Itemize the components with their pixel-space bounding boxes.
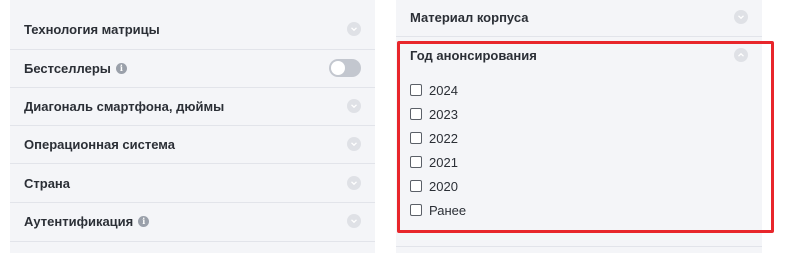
filter-body-material[interactable]: Материал корпуса xyxy=(396,0,762,36)
divider xyxy=(396,246,762,247)
filter-label: Бестселлеры xyxy=(24,60,111,76)
filter-label: Диагональ смартфона, дюймы xyxy=(24,98,225,114)
filter-authentication[interactable]: Аутентификация i xyxy=(10,202,375,240)
chevron-down-icon[interactable] xyxy=(347,214,361,228)
bestsellers-toggle[interactable] xyxy=(329,59,361,77)
filters-panel-left: Технология матрицы Бестселлеры i Диагона… xyxy=(10,0,375,253)
info-icon[interactable]: i xyxy=(115,62,127,74)
chevron-down-icon[interactable] xyxy=(347,137,361,151)
filter-label: Материал корпуса xyxy=(410,9,529,25)
info-icon[interactable]: i xyxy=(138,215,150,227)
chevron-down-icon[interactable] xyxy=(347,22,361,36)
filter-os[interactable]: Операционная система xyxy=(10,125,375,163)
filter-label: Страна xyxy=(24,175,71,191)
chevron-down-icon[interactable] xyxy=(347,176,361,190)
highlight-box xyxy=(397,41,774,233)
chevron-down-icon[interactable] xyxy=(347,99,361,113)
filter-label: Технология матрицы xyxy=(24,21,160,37)
filter-matrix-technology[interactable]: Технология матрицы xyxy=(10,10,375,48)
filter-label: Аутентификация xyxy=(24,213,134,229)
filter-label: Операционная система xyxy=(24,136,175,152)
chevron-down-icon[interactable] xyxy=(734,10,748,24)
filter-diagonal[interactable]: Диагональ смартфона, дюймы xyxy=(10,87,375,125)
filter-bestsellers[interactable]: Бестселлеры i xyxy=(10,49,375,87)
filter-country[interactable]: Страна xyxy=(10,164,375,202)
toggle-knob xyxy=(331,61,345,75)
divider xyxy=(10,241,375,242)
